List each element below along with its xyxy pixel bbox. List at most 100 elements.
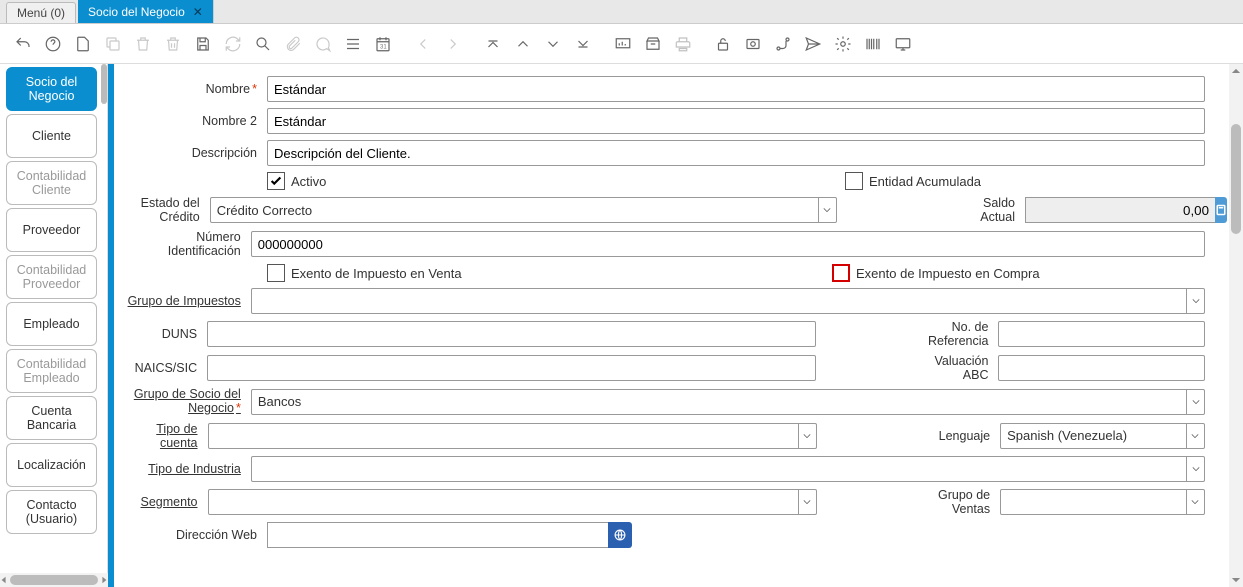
web-field-wrap (267, 522, 632, 548)
new-icon[interactable] (70, 31, 96, 57)
tab-socio[interactable]: Socio del Negocio ✕ (78, 0, 214, 23)
scroll-up-icon[interactable] (1229, 64, 1243, 78)
estado-combo[interactable]: Crédito Correcto (210, 197, 837, 223)
form-area: Nombre Nombre 2 Descripción Activo E (114, 64, 1229, 587)
attach-icon[interactable] (280, 31, 306, 57)
sidebar-item-5[interactable]: Empleado (6, 302, 97, 346)
multi-icon[interactable] (340, 31, 366, 57)
send-icon[interactable] (800, 31, 826, 57)
activo-label: Activo (291, 174, 326, 189)
nombre2-field[interactable] (267, 108, 1205, 134)
tab-socio-label: Socio del Negocio (88, 5, 185, 19)
sidebar-item-8[interactable]: Localización (6, 443, 97, 487)
chevron-down-icon[interactable] (1186, 457, 1204, 481)
sidebar-item-9[interactable]: Contacto (Usuario) (6, 490, 97, 534)
undo-icon[interactable] (10, 31, 36, 57)
noref-field[interactable] (998, 321, 1205, 347)
tab-menu[interactable]: Menú (0) (6, 2, 76, 23)
label-naics: NAICS/SIC (122, 361, 207, 375)
excompra-label: Exento de Impuesto en Compra (856, 266, 1040, 281)
excompra-checkbox[interactable] (832, 264, 850, 282)
sidebar: Socio del NegocioClienteContabilidad Cli… (0, 64, 108, 587)
first-icon[interactable] (480, 31, 506, 57)
label-gventas: Grupo de Ventas (929, 488, 1001, 516)
activo-checkbox[interactable] (267, 172, 285, 190)
copy-icon[interactable] (100, 31, 126, 57)
workflow-icon[interactable] (770, 31, 796, 57)
sidebar-scrollbar[interactable] (101, 64, 107, 104)
up-icon[interactable] (510, 31, 536, 57)
gventas-combo[interactable] (1000, 489, 1205, 515)
screen-icon[interactable] (890, 31, 916, 57)
chevron-down-icon[interactable] (1186, 390, 1204, 414)
label-saldo: Saldo Actual (952, 196, 1025, 224)
chevron-down-icon[interactable] (1186, 490, 1204, 514)
label-descripcion: Descripción (122, 146, 267, 160)
gruposoc-value: Bancos (258, 394, 301, 409)
descripcion-field[interactable] (267, 140, 1205, 166)
chat-icon[interactable] (310, 31, 336, 57)
sidebar-item-2[interactable]: Contabilidad Cliente (6, 161, 97, 205)
duns-field[interactable] (207, 321, 816, 347)
label-duns: DUNS (122, 327, 207, 341)
valabc-field[interactable] (998, 355, 1205, 381)
chevron-down-icon[interactable] (798, 424, 816, 448)
nav-prev-icon[interactable] (410, 31, 436, 57)
sidebar-item-1[interactable]: Cliente (6, 114, 97, 158)
down-icon[interactable] (540, 31, 566, 57)
tcuenta-combo[interactable] (208, 423, 817, 449)
globe-icon[interactable] (608, 522, 632, 548)
tind-combo[interactable] (251, 456, 1205, 482)
barcode-icon[interactable] (860, 31, 886, 57)
delete2-icon[interactable] (160, 31, 186, 57)
zoom-icon[interactable] (740, 31, 766, 57)
label-gruposoc: Grupo de Socio del Negocio (122, 388, 251, 416)
delete-icon[interactable] (130, 31, 156, 57)
gruposoc-combo[interactable]: Bancos (251, 389, 1205, 415)
tab-menu-label: Menú (0) (17, 6, 65, 20)
lock-icon[interactable] (710, 31, 736, 57)
sidebar-item-0[interactable]: Socio del Negocio (6, 67, 97, 111)
report-icon[interactable] (610, 31, 636, 57)
grupoimp-combo[interactable] (251, 288, 1205, 314)
sidebar-hscroll[interactable] (0, 573, 108, 587)
calendar-icon[interactable]: 31 (370, 31, 396, 57)
help-icon[interactable] (40, 31, 66, 57)
entidad-checkbox[interactable] (845, 172, 863, 190)
seg-combo[interactable] (208, 489, 817, 515)
toolbar: 31 (0, 24, 1243, 64)
lenguaje-value: Spanish (Venezuela) (1007, 428, 1127, 443)
chevron-down-icon[interactable] (1186, 424, 1204, 448)
sidebar-item-7[interactable]: Cuenta Bancaria (6, 396, 97, 440)
close-icon[interactable]: ✕ (193, 5, 203, 19)
save-icon[interactable] (190, 31, 216, 57)
naics-field[interactable] (207, 355, 816, 381)
print-icon[interactable] (670, 31, 696, 57)
last-icon[interactable] (570, 31, 596, 57)
nav-next-icon[interactable] (440, 31, 466, 57)
sidebar-item-6[interactable]: Contabilidad Empleado (6, 349, 97, 393)
chevron-down-icon[interactable] (818, 198, 836, 222)
search-icon[interactable] (250, 31, 276, 57)
exventa-checkbox[interactable] (267, 264, 285, 282)
gear-icon[interactable] (830, 31, 856, 57)
form-scrollbar[interactable] (1229, 64, 1243, 587)
refresh-icon[interactable] (220, 31, 246, 57)
entidad-label: Entidad Acumulada (869, 174, 981, 189)
saldo-value (1025, 197, 1215, 223)
label-nombre2: Nombre 2 (122, 114, 267, 128)
lenguaje-combo[interactable]: Spanish (Venezuela) (1000, 423, 1205, 449)
sidebar-item-3[interactable]: Proveedor (6, 208, 97, 252)
scroll-down-icon[interactable] (1229, 573, 1243, 587)
web-field[interactable] (267, 522, 608, 548)
calculator-icon[interactable] (1215, 197, 1227, 223)
chevron-down-icon[interactable] (798, 490, 816, 514)
saldo-field[interactable] (1025, 197, 1205, 223)
nombre-field[interactable] (267, 76, 1205, 102)
svg-text:31: 31 (380, 44, 387, 50)
numid-field[interactable] (251, 231, 1205, 257)
chevron-down-icon[interactable] (1186, 289, 1204, 313)
scroll-thumb[interactable] (1231, 124, 1241, 234)
sidebar-item-4[interactable]: Contabilidad Proveedor (6, 255, 97, 299)
archive-icon[interactable] (640, 31, 666, 57)
